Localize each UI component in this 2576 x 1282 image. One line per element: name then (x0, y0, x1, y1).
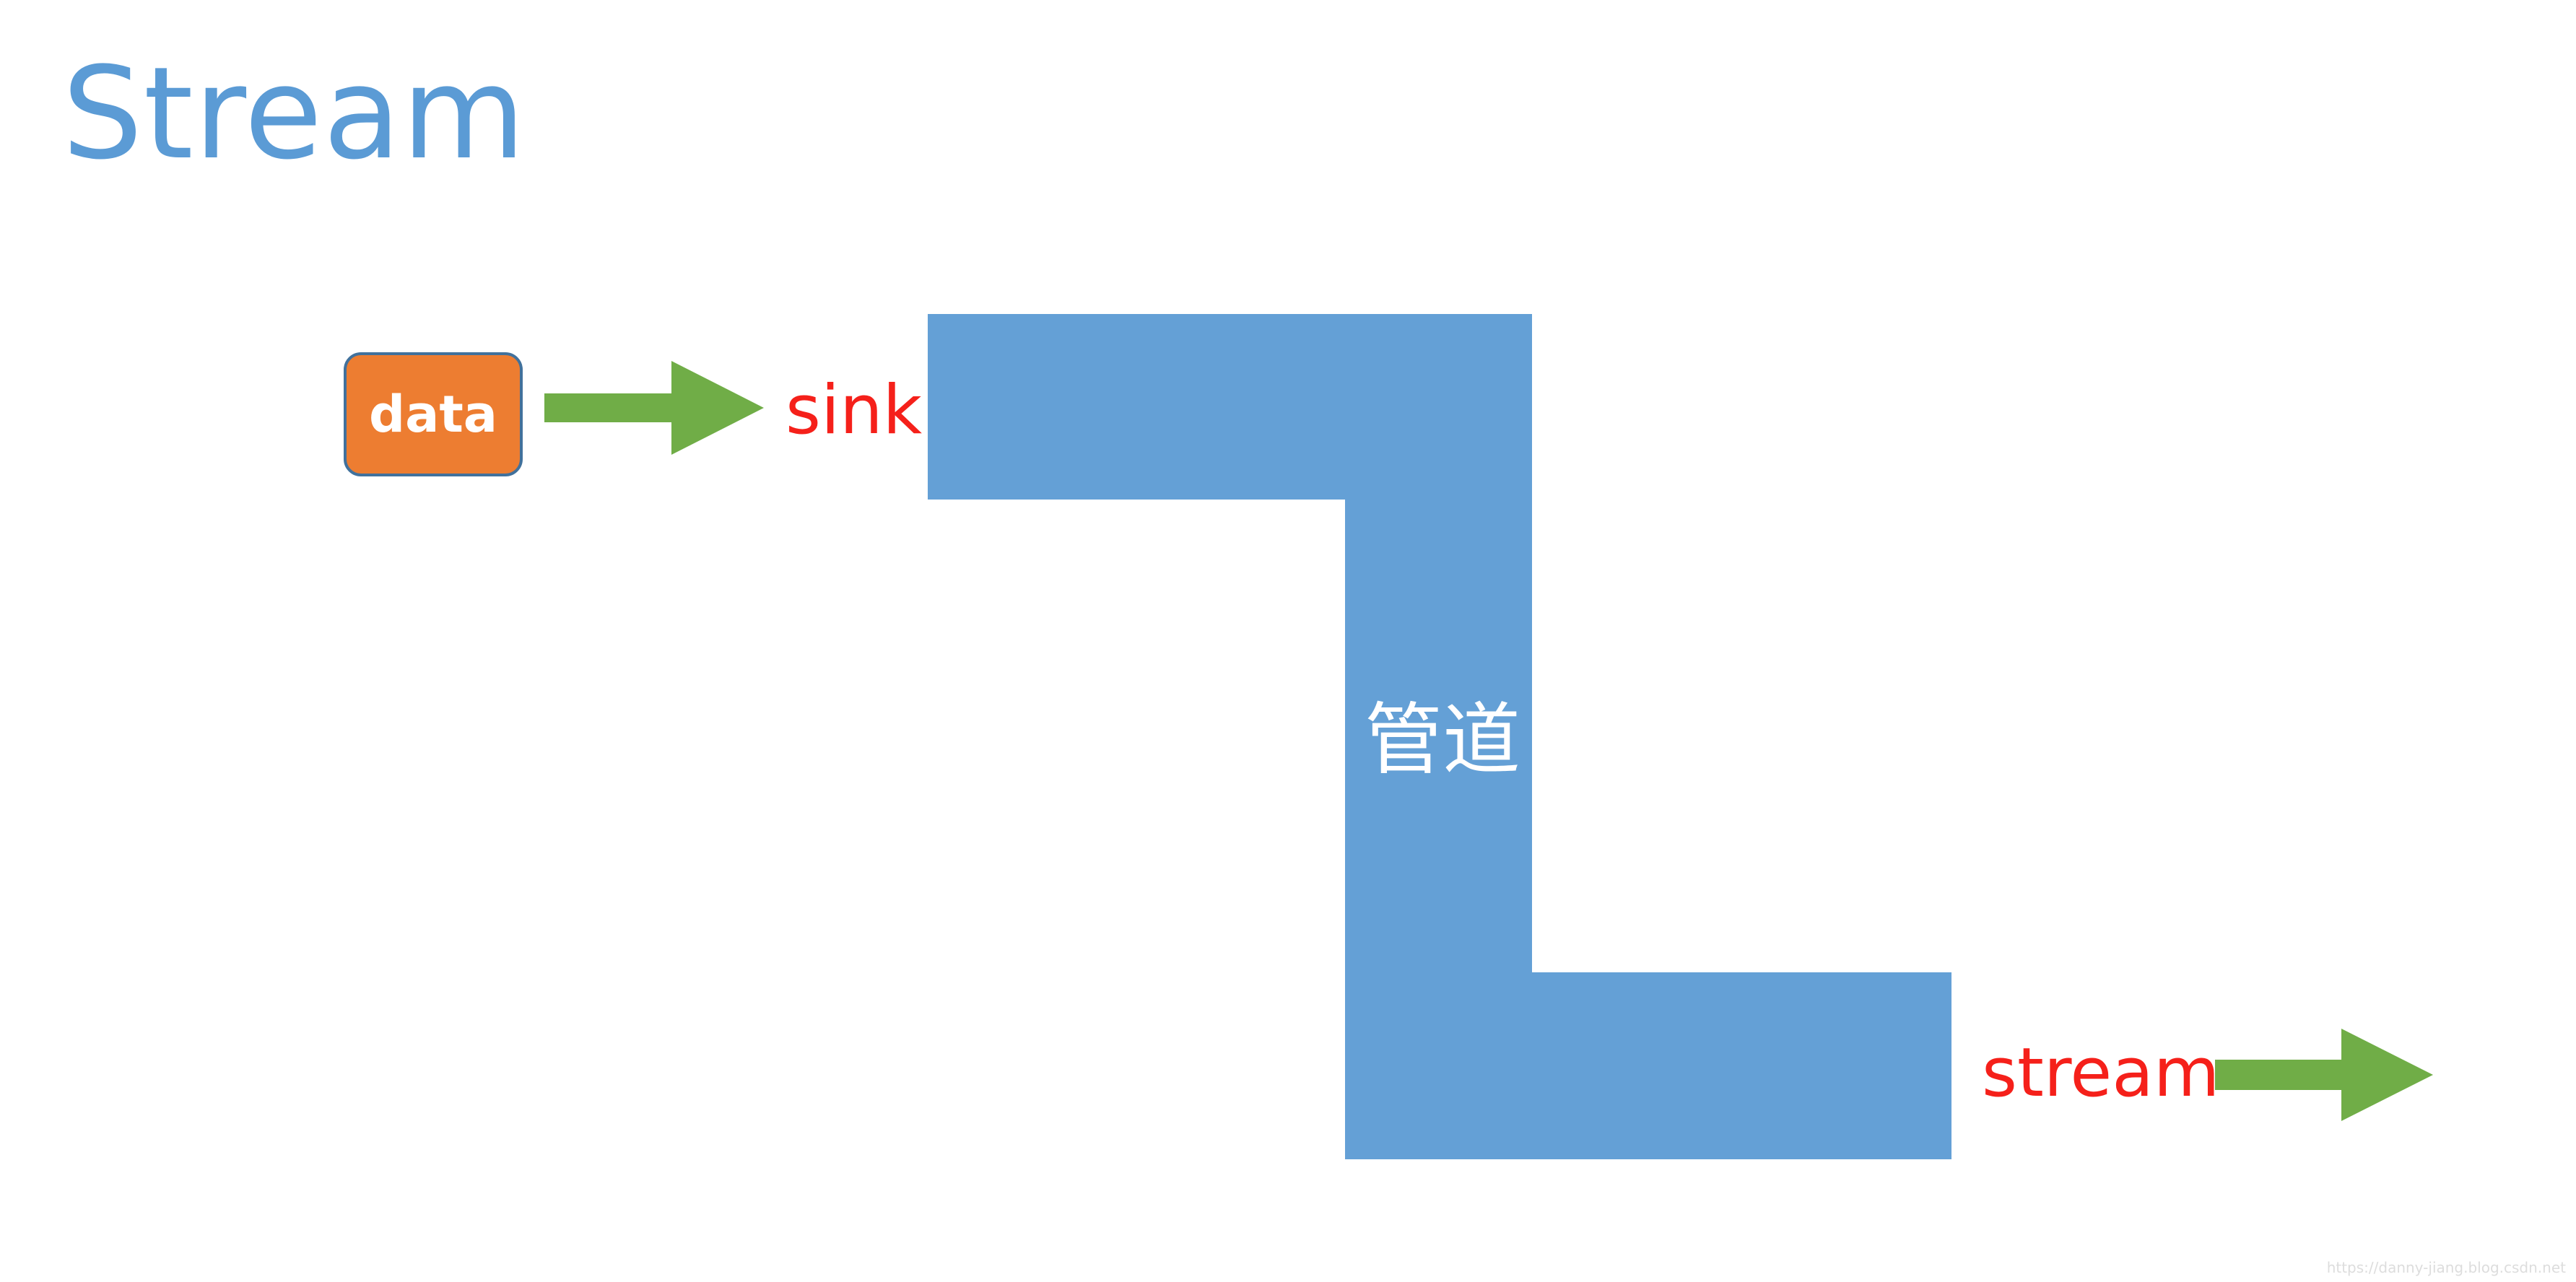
stream-label: stream (1982, 1034, 2219, 1112)
pipe-label: 管道 (1365, 695, 1520, 785)
stream-diagram: data sink 管道 stream (344, 314, 2433, 1159)
slide: Stream data sink 管道 stream https://danny… (0, 0, 2576, 1282)
data-label: data (369, 385, 497, 444)
watermark: https://danny-jiang.blog.csdn.net (2326, 1259, 2566, 1276)
data-node: data (344, 352, 523, 476)
output-arrow (2215, 1029, 2433, 1121)
input-arrow (544, 361, 764, 455)
sink-label: sink (786, 371, 923, 450)
